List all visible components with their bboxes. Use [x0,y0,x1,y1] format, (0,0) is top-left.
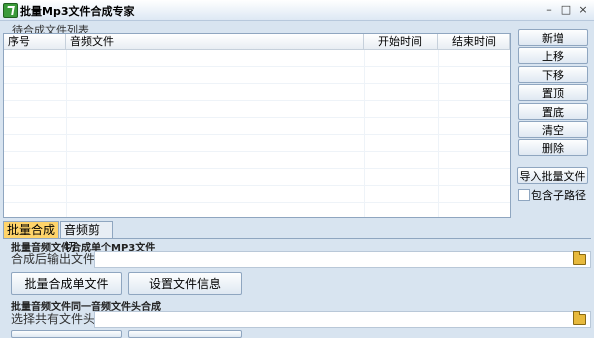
column-header-end[interactable]: 结束时间 [438,34,510,49]
folder-icon[interactable] [573,251,586,265]
set-file-info-button[interactable]: 设置文件信息 [128,272,242,295]
column-header-file[interactable]: 音频文件 [66,34,364,49]
output-file-field[interactable] [94,251,591,268]
move-down-button[interactable]: 下移 [518,66,588,83]
common-header-label: 选择共有文件头 [11,312,96,326]
app-icon [3,3,18,18]
move-top-button[interactable]: 置顶 [518,84,588,101]
title-bar: 批量Mp3文件合成专家 – □ × [0,0,594,21]
folder-icon[interactable] [573,311,586,325]
list-column-divider [438,50,439,217]
close-button[interactable]: × [575,2,591,17]
maximize-button[interactable]: □ [558,2,574,17]
move-bottom-button[interactable]: 置底 [518,103,588,120]
window-title: 批量Mp3文件合成专家 [20,5,135,18]
tab-batch-merge[interactable]: 批量合成 [3,221,59,238]
column-header-seq[interactable]: 序号 [4,34,66,49]
list-column-divider [364,50,365,217]
list-body[interactable] [4,50,510,217]
common-header-field[interactable] [94,311,591,328]
output-file-label: 合成后输出文件 [11,252,96,266]
include-subdirs-checkbox[interactable] [518,189,530,201]
partial-button[interactable] [128,330,242,338]
import-batch-button[interactable]: 导入批量文件 [517,167,588,184]
clear-button[interactable]: 清空 [518,121,588,138]
add-button[interactable]: 新增 [518,29,588,46]
delete-button[interactable]: 删除 [518,139,588,156]
file-list[interactable]: 序号 音频文件 开始时间 结束时间 [3,33,511,218]
merge-single-button[interactable]: 批量合成单文件 [11,272,122,295]
tab-audio-cut[interactable]: 音频剪切 [60,221,113,254]
include-subdirs-label: 包含子路径 [531,189,586,202]
list-column-divider [66,50,67,217]
move-up-button[interactable]: 上移 [518,47,588,64]
column-header-start[interactable]: 开始时间 [364,34,438,49]
partial-button[interactable] [11,330,122,338]
list-header: 序号 音频文件 开始时间 结束时间 [4,34,510,50]
minimize-button[interactable]: – [541,2,557,17]
